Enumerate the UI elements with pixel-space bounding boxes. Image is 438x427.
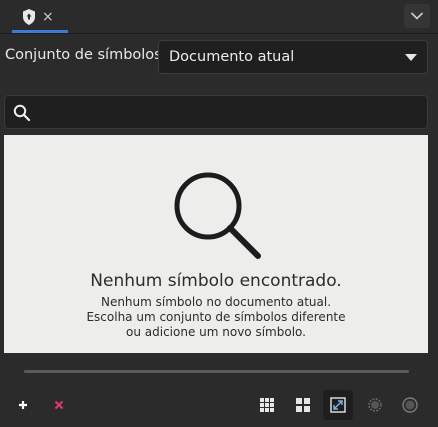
empty-state-line: ou adicione um novo símbolo. bbox=[126, 325, 306, 339]
symbols-tab-icon bbox=[23, 9, 35, 25]
empty-state-line: Escolha um conjunto de símbolos diferent… bbox=[86, 310, 346, 324]
tab-bar: × bbox=[0, 0, 438, 34]
zoom-in-button bbox=[395, 390, 425, 420]
slider-track-fill bbox=[24, 370, 409, 373]
magnifier-icon bbox=[174, 172, 261, 259]
large-grid-view-button[interactable] bbox=[288, 390, 318, 420]
search-input[interactable] bbox=[39, 100, 419, 124]
tab-symbols[interactable]: × bbox=[12, 0, 68, 34]
plus-icon bbox=[19, 401, 27, 409]
symbol-set-selected: Documento atual bbox=[169, 49, 295, 65]
fit-to-view-icon bbox=[330, 397, 346, 413]
fit-symbols-button[interactable] bbox=[323, 390, 353, 420]
small-grid-view-button[interactable] bbox=[252, 390, 282, 420]
empty-state-title: Nenhum símbolo encontrado. bbox=[90, 271, 342, 291]
tab-close-icon[interactable]: × bbox=[42, 10, 54, 24]
symbols-results-area: Nenhum símbolo encontrado. Nenhum símbol… bbox=[4, 135, 428, 353]
remove-icon bbox=[54, 400, 64, 410]
zoom-out-icon bbox=[368, 398, 382, 412]
search-icon bbox=[13, 104, 31, 122]
empty-state-message: Nenhum símbolo no documento atual. Escol… bbox=[4, 295, 428, 340]
symbol-set-label: Conjunto de símbolos: bbox=[5, 47, 167, 63]
dropdown-caret-icon bbox=[405, 54, 417, 61]
search-box[interactable] bbox=[4, 95, 428, 129]
symbol-set-dropdown[interactable]: Documento atual bbox=[158, 40, 428, 74]
zoom-out-button bbox=[360, 390, 390, 420]
chevron-down-icon bbox=[410, 12, 424, 20]
empty-state-line: Nenhum símbolo no documento atual. bbox=[100, 295, 332, 309]
panel-menu-button[interactable] bbox=[404, 4, 430, 28]
tab-divider bbox=[0, 33, 438, 34]
remove-symbol-button[interactable] bbox=[44, 390, 74, 420]
zoom-in-icon bbox=[402, 397, 418, 413]
grid-large-icon bbox=[296, 398, 310, 412]
add-symbol-button[interactable] bbox=[8, 390, 38, 420]
grid-small-icon bbox=[260, 398, 274, 412]
icon-size-slider[interactable] bbox=[24, 370, 409, 373]
